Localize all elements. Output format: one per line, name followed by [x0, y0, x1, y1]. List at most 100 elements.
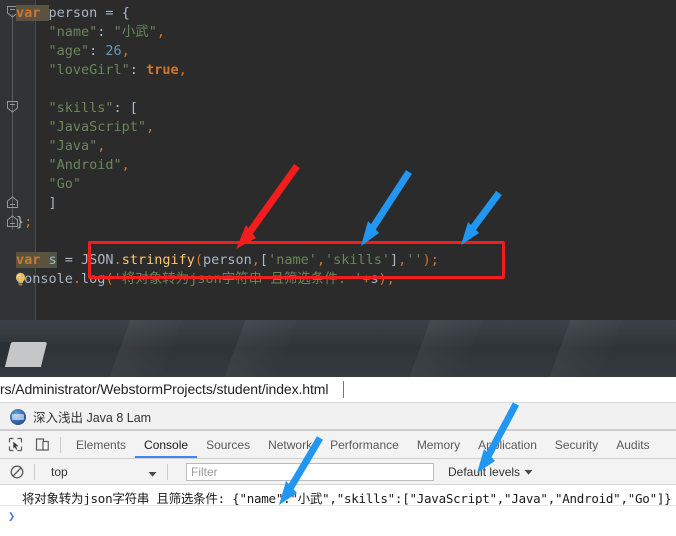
code-token: "Go" [48, 176, 82, 192]
code-token: s [48, 252, 57, 268]
code-line[interactable]: "skills": [ [16, 99, 656, 118]
code-line[interactable]: "Go" [16, 175, 656, 194]
code-line[interactable]: ] [16, 194, 656, 213]
code-token: ( [194, 252, 203, 268]
code-line[interactable]: }; [16, 213, 656, 232]
code-line[interactable]: "name": "小武", [16, 23, 656, 42]
code-line[interactable] [16, 80, 656, 99]
code-line[interactable]: console.log('将对象转为json字符串 且筛选条件: '+s); [16, 270, 656, 289]
code-token: "age" [48, 43, 90, 59]
code-token: console [16, 271, 73, 287]
code-token: , [97, 138, 106, 154]
tab-audits[interactable]: Audits [607, 431, 658, 458]
execution-context-value: top [51, 464, 68, 479]
editor-code-lines[interactable]: var person = { "name": "小武", "age": 26, … [16, 0, 656, 289]
chevron-down-icon-levels [524, 465, 533, 479]
code-token: : [89, 43, 106, 59]
code-token: : [97, 24, 114, 40]
code-token: '将对象转为json字符串 且筛选条件: ' [113, 271, 363, 287]
code-line[interactable]: "age": 26, [16, 42, 656, 61]
titlebar-gloss-2 [224, 320, 298, 377]
code-token: var [16, 252, 49, 268]
console-toolbar[interactable]: top Default levels [0, 459, 676, 485]
titlebar-gloss-1 [109, 320, 183, 377]
tab-memory[interactable]: Memory [408, 431, 469, 458]
toolbar-divider [60, 436, 61, 453]
code-line[interactable]: "Java", [16, 137, 656, 156]
tab-network[interactable]: Network [259, 431, 321, 458]
device-toolbar-icon[interactable] [30, 433, 54, 457]
code-token: , [316, 252, 325, 268]
execution-context-select[interactable]: top [51, 463, 161, 481]
tab-performance[interactable]: Performance [321, 431, 408, 458]
chevron-down-icon [148, 467, 157, 481]
code-token: 26 [105, 43, 122, 59]
code-token: ; [386, 271, 395, 287]
code-token: "loveGirl" [48, 62, 130, 78]
code-token: log [81, 271, 106, 287]
log-levels-dropdown[interactable]: Default levels [448, 465, 533, 479]
console-toolbar-divider-2 [167, 463, 168, 480]
titlebar-gloss-3 [409, 320, 483, 377]
code-line[interactable]: var person = { [16, 4, 656, 23]
code-token: JSON [81, 252, 114, 268]
browser-titlebar[interactable] [0, 320, 676, 377]
console-output[interactable]: 将对象转为json字符串 且筛选条件: {"name":"小武","skills… [0, 485, 676, 536]
address-bar[interactable]: rs/Administrator/WebstormProjects/studen… [0, 377, 676, 403]
tab-console[interactable]: Console [135, 431, 197, 458]
titlebar-gloss-4 [549, 320, 623, 377]
code-line[interactable]: var s = JSON.stringify(person,['name','s… [16, 251, 656, 270]
code-token: ( [105, 271, 114, 287]
code-line[interactable] [16, 232, 656, 251]
devtools-tabbar[interactable]: Elements Console Sources Network Perform… [0, 431, 676, 459]
code-token: "小武" [113, 24, 157, 40]
code-token: ] [16, 195, 57, 211]
console-prompt-caret[interactable]: ❯ [8, 509, 15, 523]
code-token: stringify [121, 252, 195, 268]
code-token: , [121, 157, 130, 173]
code-token: true [146, 62, 179, 78]
code-token: ) [378, 271, 387, 287]
code-token: "skills" [48, 100, 114, 116]
code-line[interactable]: "JavaScript", [16, 118, 656, 137]
console-row-divider [0, 505, 676, 506]
bookmark-item[interactable]: 深入浅出 Java 8 Lam [10, 407, 151, 426]
address-bar-caret [343, 381, 344, 398]
tab-sources[interactable]: Sources [197, 431, 259, 458]
code-token: person = { [48, 5, 130, 21]
code-token: person [203, 252, 252, 268]
code-token: } [16, 214, 25, 230]
address-bar-url[interactable]: rs/Administrator/WebstormProjects/studen… [0, 381, 328, 397]
java-duke-icon [10, 408, 26, 425]
code-token: : [129, 62, 147, 78]
code-token: var [16, 5, 49, 21]
tab-security[interactable]: Security [546, 431, 607, 458]
code-token: [ [259, 252, 269, 268]
tab-elements[interactable]: Elements [67, 431, 135, 458]
code-token: , [251, 252, 260, 268]
code-token: "name" [48, 24, 98, 40]
code-token: "Java" [48, 138, 98, 154]
no-entry-icon[interactable] [6, 461, 28, 483]
code-line[interactable]: "loveGirl": true, [16, 61, 656, 80]
screenshot-root: var person = { "name": "小武", "age": 26, … [0, 0, 676, 536]
devtools-panel[interactable]: Elements Console Sources Network Perform… [0, 430, 676, 536]
bookmarks-bar[interactable]: 深入浅出 Java 8 Lam [0, 403, 676, 430]
inspect-element-icon[interactable] [3, 433, 27, 457]
bookmark-label: 深入浅出 Java 8 Lam [33, 411, 152, 425]
code-token: . [72, 271, 82, 287]
console-filter-input[interactable] [186, 462, 434, 481]
browser-tab[interactable] [4, 342, 48, 367]
code-line[interactable]: "Android", [16, 156, 656, 175]
code-token: 'name' [268, 252, 317, 268]
code-editor[interactable]: var person = { "name": "小武", "age": 26, … [0, 0, 676, 320]
tab-application[interactable]: Application [469, 431, 546, 458]
code-token: ) [422, 252, 431, 268]
code-token: = [56, 252, 82, 268]
